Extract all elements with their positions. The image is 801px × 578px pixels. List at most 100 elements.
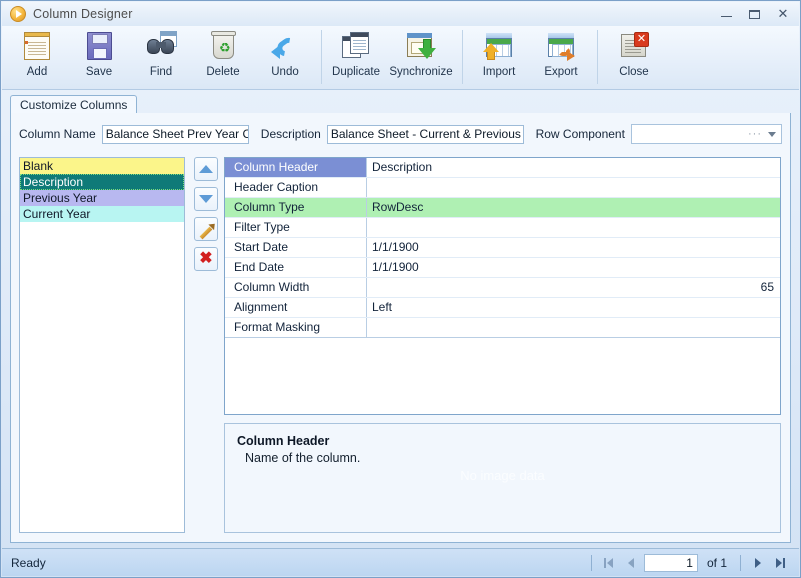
- toolbar-separator: [462, 30, 463, 84]
- list-item-label: Description: [23, 175, 84, 189]
- toolbar-button-add[interactable]: Add: [6, 26, 68, 87]
- table-row[interactable]: End Date 1/1/1900: [225, 258, 780, 278]
- page-count-label: of 1: [706, 555, 727, 570]
- property-description-panel: Column Header Name of the column. No ima…: [224, 423, 781, 533]
- toolbar-button-undo[interactable]: Undo: [254, 26, 316, 87]
- property-value[interactable]: [367, 218, 780, 237]
- binoculars-icon: [144, 31, 178, 63]
- previous-record-icon: [627, 557, 634, 568]
- no-image-data-watermark: No image data: [460, 468, 545, 483]
- table-row[interactable]: Column Header Description: [225, 158, 780, 178]
- property-grid[interactable]: Column Header Description Header Caption…: [224, 157, 781, 415]
- toolbar-button-delete[interactable]: ♻ Delete: [192, 26, 254, 87]
- toolbar-label-duplicate: Duplicate: [332, 66, 380, 78]
- toolbar-button-synchronize[interactable]: Synchronize: [385, 26, 457, 87]
- triangle-up-icon: [199, 165, 213, 173]
- customize-columns-panel: Column Name Balance Sheet Prev Year Comp…: [10, 113, 791, 543]
- recycle-bin-icon: ♻: [206, 31, 240, 63]
- column-name-input[interactable]: Balance Sheet Prev Year Compa: [101, 124, 249, 144]
- list-item-label: Current Year: [23, 207, 91, 221]
- close-document-icon: ✕: [617, 31, 651, 63]
- row-component-label: Row Component: [535, 127, 625, 141]
- table-row[interactable]: Filter Type: [225, 218, 780, 238]
- property-name: Column Type: [225, 198, 367, 217]
- list-item[interactable]: Previous Year: [20, 190, 184, 206]
- delete-button[interactable]: ✖: [194, 247, 218, 271]
- list-item[interactable]: Current Year: [20, 206, 184, 222]
- description-label: Description: [260, 127, 321, 141]
- toolbar-label-import: Import: [482, 66, 516, 78]
- toolbar-button-import[interactable]: Import: [468, 26, 530, 87]
- toolbar-separator: [321, 30, 322, 84]
- description-text: Name of the column.: [245, 451, 361, 465]
- maximize-button[interactable]: [749, 8, 761, 20]
- property-name: Alignment: [225, 298, 367, 317]
- toolbar-label-undo: Undo: [271, 66, 299, 78]
- property-value[interactable]: 1/1/1900: [367, 238, 780, 257]
- edit-button[interactable]: [194, 217, 218, 241]
- window-controls: ✕: [721, 7, 799, 20]
- move-down-button[interactable]: [194, 187, 218, 211]
- toolbar-button-export[interactable]: Export: [530, 26, 592, 87]
- nav-separator: [740, 554, 741, 571]
- list-item[interactable]: Description: [20, 174, 184, 190]
- close-window-button[interactable]: ✕: [777, 7, 789, 20]
- list-item[interactable]: Blank: [20, 158, 184, 174]
- table-row[interactable]: Column Width 65: [225, 278, 780, 298]
- last-record-button[interactable]: [771, 554, 789, 572]
- table-row[interactable]: Header Caption: [225, 178, 780, 198]
- synchronize-icon: [404, 31, 438, 63]
- toolbar-button-find[interactable]: Find: [130, 26, 192, 87]
- page-number-input[interactable]: 1: [643, 553, 698, 572]
- form-row: Column Name Balance Sheet Prev Year Comp…: [19, 123, 782, 145]
- property-name: Column Width: [225, 278, 367, 297]
- property-name: Format Masking: [225, 318, 367, 337]
- property-value[interactable]: Left: [367, 298, 780, 317]
- toolbar-label-close: Close: [619, 66, 649, 78]
- property-value[interactable]: [367, 318, 780, 337]
- table-row[interactable]: Start Date 1/1/1900: [225, 238, 780, 258]
- minimize-button[interactable]: [721, 8, 733, 20]
- toolbar-label-export: Export: [544, 66, 578, 78]
- property-name: Header Caption: [225, 178, 367, 197]
- red-x-icon: ✖: [199, 250, 213, 267]
- list-action-buttons: ✖: [194, 157, 218, 277]
- status-text: Ready: [11, 555, 46, 570]
- move-up-button[interactable]: [194, 157, 218, 181]
- toolbar-label-add: Add: [26, 66, 48, 78]
- table-row[interactable]: Alignment Left: [225, 298, 780, 318]
- description-input[interactable]: Balance Sheet - Current & Previous Year: [326, 124, 524, 144]
- list-item-label: Previous Year: [23, 191, 98, 205]
- tab-strip: Customize Columns: [10, 95, 791, 114]
- last-record-icon: [775, 557, 782, 568]
- pencil-icon: [198, 221, 214, 237]
- next-record-button[interactable]: [749, 554, 767, 572]
- column-name-label: Column Name: [19, 127, 96, 141]
- window-title: Column Designer: [33, 7, 133, 21]
- table-row[interactable]: Format Masking: [225, 318, 780, 338]
- first-record-button[interactable]: [600, 554, 618, 572]
- toolbar-label-delete: Delete: [206, 66, 240, 78]
- property-value[interactable]: RowDesc: [367, 198, 780, 217]
- ellipsis-icon: ···: [748, 128, 762, 140]
- column-designer-window: Column Designer ✕ Add Save Find ♻ Delete…: [0, 0, 801, 578]
- property-value[interactable]: [367, 178, 780, 197]
- property-value[interactable]: Description: [367, 158, 780, 177]
- previous-record-button[interactable]: [622, 554, 640, 572]
- record-navigator: 1 of 1: [587, 553, 799, 572]
- property-value[interactable]: 1/1/1900: [367, 258, 780, 277]
- description-title: Column Header: [237, 434, 330, 448]
- import-table-icon: [482, 31, 516, 63]
- property-name: Column Header: [225, 158, 367, 177]
- property-name: Start Date: [225, 238, 367, 257]
- column-list[interactable]: Blank Description Previous Year Current …: [19, 157, 185, 533]
- property-value[interactable]: 65: [367, 278, 780, 297]
- property-name: End Date: [225, 258, 367, 277]
- toolbar-button-save[interactable]: Save: [68, 26, 130, 87]
- toolbar-button-close[interactable]: ✕ Close: [603, 26, 665, 87]
- tab-customize-columns[interactable]: Customize Columns: [10, 95, 138, 114]
- table-row[interactable]: Column Type RowDesc: [225, 198, 780, 218]
- property-name: Filter Type: [225, 218, 367, 237]
- row-component-dropdown[interactable]: ···: [630, 124, 782, 144]
- toolbar-button-duplicate[interactable]: Duplicate: [327, 26, 385, 87]
